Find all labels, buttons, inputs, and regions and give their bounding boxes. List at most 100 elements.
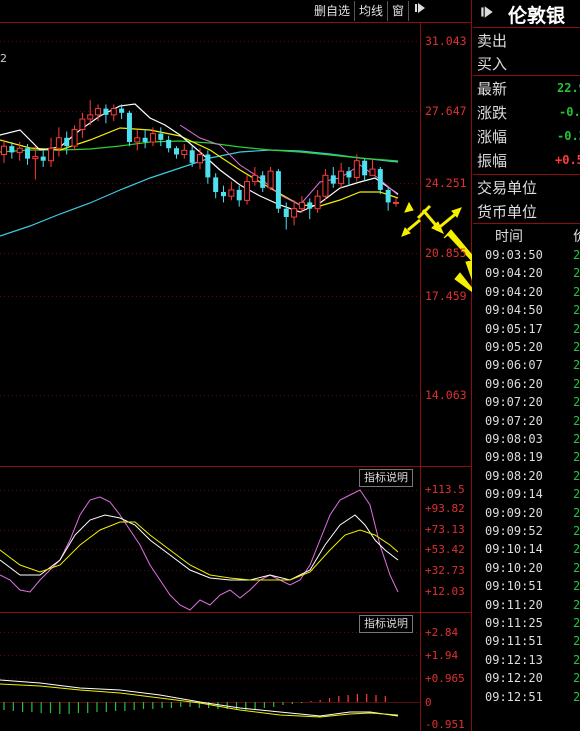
tick-row: 09:08:20 2 (473, 467, 580, 485)
candle-body (55, 137, 62, 149)
candle-body (362, 160, 368, 176)
tick-price: 2 (573, 579, 580, 594)
ind2-level-1: +2.84 (425, 626, 459, 639)
price-level-4: 20.855 (425, 246, 467, 260)
tick-row: 09:08:03 2 (473, 430, 580, 448)
tick-row: 09:09:20 2 (473, 504, 580, 522)
tick-time: 09:04:20 (485, 284, 543, 299)
change-pct-label: 涨幅 (477, 128, 508, 146)
candle-body (369, 168, 376, 176)
candle-body (205, 154, 211, 178)
pin-icon[interactable] (479, 4, 495, 20)
pin-panel-button[interactable] (408, 1, 431, 21)
candle-body (322, 174, 329, 197)
indicator1-help-tag[interactable]: 指标说明 (359, 469, 413, 487)
tick-row: 09:06:07 2 (473, 356, 580, 374)
ind1-level-5: +32.73 (425, 564, 465, 577)
time-column-header: 时间 (495, 229, 523, 245)
candle-body (251, 174, 258, 183)
tick-time: 09:11:25 (485, 616, 543, 630)
ind2-level-2: +1.94 (425, 649, 459, 662)
tick-row: 09:09:52 2 (473, 522, 580, 540)
candle-body (32, 156, 39, 160)
ind1-level-4: +53.42 (425, 543, 465, 556)
tick-time: 09:04:20 (485, 266, 543, 281)
tick-row: 09:07:20 2 (473, 412, 580, 430)
tick-time: 09:04:50 (485, 303, 543, 318)
tick-row: 09:12:51 2 (473, 688, 580, 706)
tick-row: 09:08:19 2 (473, 448, 580, 466)
candle-body (64, 137, 70, 147)
candle-body (307, 202, 313, 209)
tick-time: 09:09:14 (485, 487, 543, 502)
candle-body (16, 147, 23, 153)
buy-label: 买入 (477, 55, 508, 73)
ind2-level-3: +0.965 (425, 672, 465, 685)
candle-body (173, 148, 179, 155)
tick-row: 09:07:20 2 (473, 393, 580, 411)
tick-price: 2 (573, 597, 580, 612)
tick-price: 2 (573, 542, 580, 557)
indicator2-help-tag[interactable]: 指标说明 (359, 615, 413, 633)
tick-time: 09:12:13 (485, 652, 543, 667)
candle-body (189, 150, 195, 163)
tick-time: 09:05:17 (485, 321, 543, 336)
candle-body (346, 171, 352, 178)
tick-price: 2 (573, 303, 580, 318)
tick-price: 2 (573, 560, 580, 575)
tick-time: 09:12:51 (485, 689, 543, 704)
candle-body (87, 114, 94, 120)
change-pct-value: -0.3 (557, 129, 580, 143)
candle-body (353, 160, 360, 178)
tick-price: 2 (573, 266, 580, 281)
candle-body (228, 189, 235, 197)
tick-price: 2 (573, 652, 580, 667)
tick-time: 09:09:52 (485, 524, 543, 538)
tick-price: 2 (573, 505, 580, 520)
candle-body (393, 201, 399, 204)
tick-price: 2 (573, 671, 580, 686)
tick-time: 09:03:50 (485, 248, 543, 262)
tick-time: 09:10:14 (485, 542, 543, 557)
candle-body (48, 147, 55, 162)
tick-row: 09:05:20 2 (473, 338, 580, 356)
tick-price: 2 (573, 376, 580, 391)
latest-value: 22.9 (557, 81, 580, 95)
candle-body (275, 171, 281, 209)
tick-time: 09:06:20 (485, 376, 543, 391)
tick-price: 2 (573, 395, 580, 410)
ma-line-button[interactable]: 均线 (354, 1, 387, 21)
ind1-level-3: +73.13 (425, 523, 465, 536)
tick-row: 09:11:51 2 (473, 632, 580, 650)
candle-body (95, 108, 102, 116)
tick-price: 2 (573, 358, 580, 373)
candle-body (119, 108, 125, 113)
candle-body (298, 201, 305, 210)
price-level-3: 24.251 (425, 176, 467, 190)
tick-row: 09:10:14 2 (473, 540, 580, 558)
price-level-2: 27.647 (425, 104, 467, 118)
amplitude-label: 振幅 (477, 152, 508, 170)
kdj-pink-line (0, 489, 399, 611)
macd-histogram (3, 694, 386, 714)
tick-row: 09:09:14 2 (473, 485, 580, 503)
window-button[interactable]: 窗 (387, 1, 408, 21)
tick-time: 09:07:20 (485, 395, 543, 410)
tick-row: 09:04:50 2 (473, 301, 580, 319)
tick-row: 09:12:20 2 (473, 669, 580, 687)
amplitude-value: +0.5 (555, 153, 580, 167)
candle-body (291, 208, 298, 218)
candle-body (244, 181, 251, 201)
tick-price: 2 (573, 340, 580, 354)
delete-self-select-button[interactable]: 删自选 (310, 1, 354, 21)
candle-body (71, 128, 78, 147)
trade-unit-label: 交易单位 (477, 179, 538, 197)
tick-price: 2 (573, 321, 580, 336)
price-level-6: 14.063 (425, 388, 467, 402)
tick-price: 2 (573, 284, 580, 299)
tick-time: 09:08:19 (485, 450, 543, 465)
currency-unit-label: 货币单位 (477, 203, 538, 221)
change-label: 涨跌 (477, 104, 508, 122)
tick-price: 2 (573, 616, 580, 630)
candlestick-series (1, 100, 399, 230)
